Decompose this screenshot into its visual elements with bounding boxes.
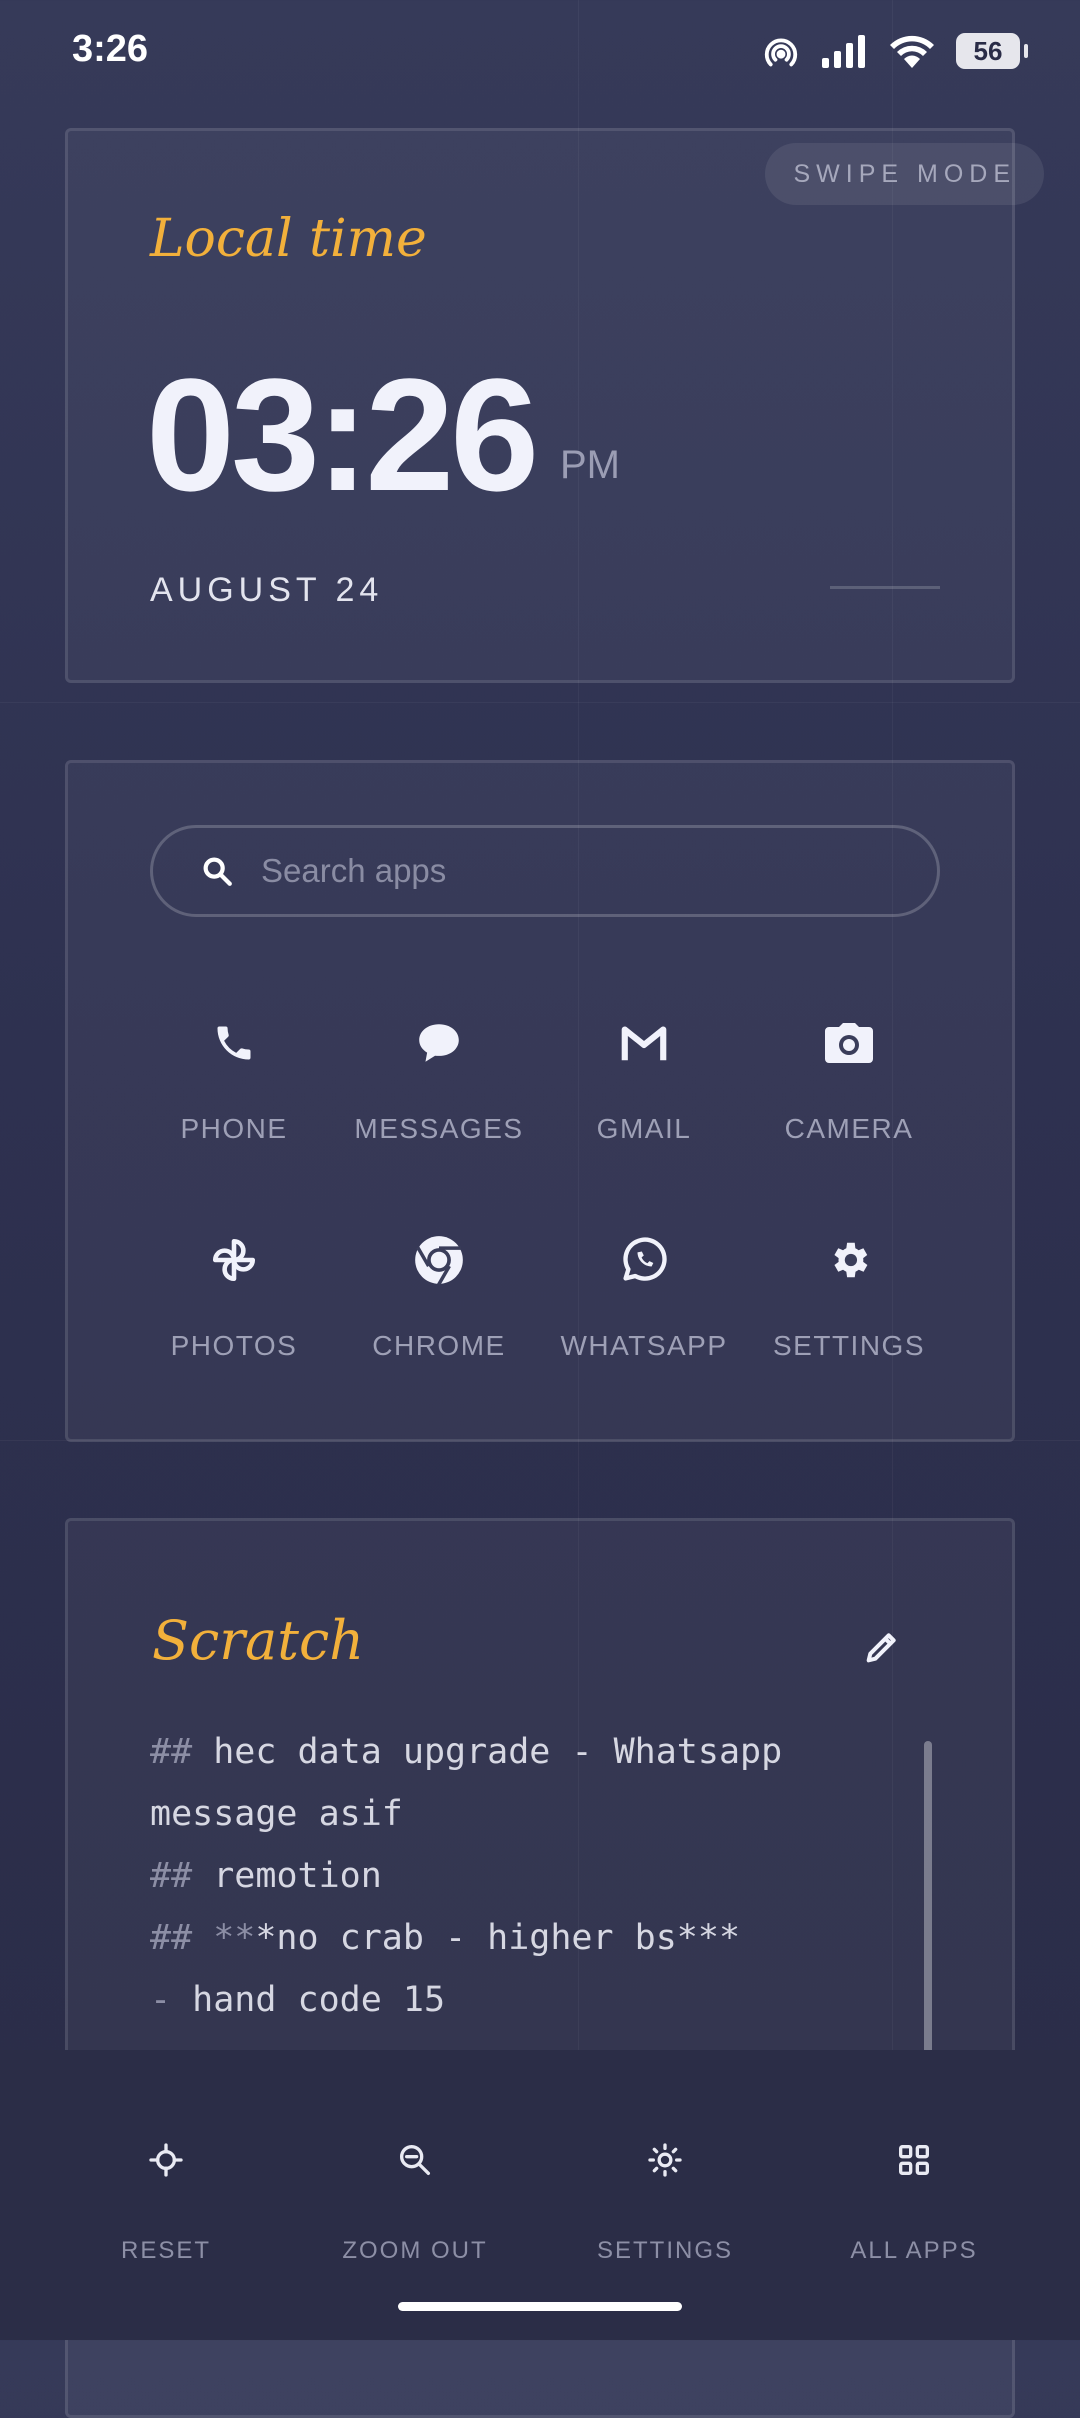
note-line: ## hec data upgrade - Whatsapp bbox=[150, 1721, 850, 1783]
photos-icon bbox=[204, 1230, 264, 1290]
note-mark: ## bbox=[150, 1732, 193, 1772]
clock-card: SWIPE MODE Local time 03:26 PM AUGUST 24 bbox=[65, 128, 1044, 683]
grid-icon bbox=[899, 2145, 929, 2175]
nav-label: SETTINGS bbox=[596, 2237, 733, 2264]
settings-button[interactable]: SETTINGS bbox=[540, 2140, 790, 2265]
app-gmail[interactable]: GMAIL bbox=[539, 1013, 749, 1145]
note-line: message asif bbox=[150, 1783, 850, 1845]
app-label: CAMERA bbox=[784, 1113, 914, 1144]
status-icons: 56 bbox=[762, 32, 1028, 70]
note-mark: ## bbox=[150, 1856, 193, 1896]
grid-line bbox=[0, 702, 1080, 703]
app-settings[interactable]: SETTINGS bbox=[744, 1230, 954, 1362]
search-bar[interactable] bbox=[150, 825, 940, 917]
divider bbox=[830, 586, 940, 589]
note-text: hec data upgrade - Whatsapp bbox=[192, 1732, 783, 1772]
clock-time: 03:26 bbox=[146, 345, 539, 524]
swipe-mode-button[interactable]: SWIPE MODE bbox=[765, 143, 1044, 205]
battery-level: 56 bbox=[973, 35, 1003, 66]
gmail-icon bbox=[614, 1013, 674, 1073]
app-messages[interactable]: MESSAGES bbox=[334, 1013, 544, 1145]
apps-card: PHONE MESSAGES GMAIL CAMERA PHOTOS bbox=[65, 760, 1015, 1442]
pencil-icon[interactable] bbox=[862, 1627, 902, 1667]
note-line: ## ***no crab - higher bs*** bbox=[150, 1907, 850, 1969]
note-mark: ## ** bbox=[150, 1918, 256, 1958]
note-text: remotion bbox=[192, 1856, 382, 1896]
reset-button[interactable]: RESET bbox=[41, 2140, 291, 2265]
scrollbar[interactable] bbox=[924, 1741, 932, 2081]
status-time: 3:26 bbox=[72, 28, 149, 70]
app-label: SETTINGS bbox=[772, 1330, 925, 1361]
note-line: - hand code 15 bbox=[150, 1969, 850, 2031]
note-text: hand code 15 bbox=[171, 1980, 446, 2020]
note-mark: - bbox=[150, 1980, 172, 2020]
phone-icon bbox=[204, 1013, 264, 1073]
nav-label: ALL APPS bbox=[850, 2237, 978, 2264]
wifi-icon bbox=[890, 35, 934, 68]
scratch-title: Scratch bbox=[152, 1609, 364, 1672]
clock-date: AUGUST 24 bbox=[150, 571, 384, 609]
settings-icon bbox=[819, 1230, 879, 1290]
search-icon bbox=[197, 851, 237, 891]
app-label: PHONE bbox=[180, 1113, 288, 1144]
zoom-out-icon bbox=[400, 2145, 430, 2175]
bottom-nav: RESET ZOOM OUT SETTINGS ALL APPS bbox=[0, 2050, 1080, 2340]
signal-icon bbox=[822, 35, 865, 68]
zoom-out-button[interactable]: ZOOM OUT bbox=[290, 2140, 540, 2265]
note-text: *no crab - higher bs*** bbox=[255, 1918, 741, 1958]
local-time-title: Local time bbox=[150, 209, 427, 269]
note-line: ## remotion bbox=[150, 1845, 850, 1907]
app-label: WHATSAPP bbox=[560, 1330, 728, 1361]
search-input[interactable] bbox=[259, 851, 863, 891]
whatsapp-icon bbox=[614, 1230, 674, 1290]
crosshair-icon bbox=[149, 2143, 183, 2177]
messages-icon bbox=[409, 1013, 469, 1073]
camera-icon bbox=[819, 1013, 879, 1073]
app-phone[interactable]: PHONE bbox=[129, 1013, 339, 1145]
hotspot-icon bbox=[764, 38, 798, 67]
nav-label: ZOOM OUT bbox=[342, 2237, 488, 2264]
brightness-icon bbox=[648, 2143, 682, 2177]
app-whatsapp[interactable]: WHATSAPP bbox=[539, 1230, 749, 1362]
chrome-icon bbox=[409, 1230, 469, 1290]
home-indicator[interactable] bbox=[398, 2302, 682, 2311]
app-chrome[interactable]: CHROME bbox=[334, 1230, 544, 1362]
app-camera[interactable]: CAMERA bbox=[744, 1013, 954, 1145]
all-apps-button[interactable]: ALL APPS bbox=[789, 2140, 1039, 2265]
app-label: GMAIL bbox=[596, 1113, 692, 1144]
clock-ampm: PM bbox=[560, 443, 620, 487]
battery-icon: 56 bbox=[956, 33, 1028, 69]
app-photos[interactable]: PHOTOS bbox=[129, 1230, 339, 1362]
app-label: MESSAGES bbox=[354, 1113, 524, 1144]
note-text: message asif bbox=[150, 1794, 403, 1834]
scratch-notes[interactable]: ## hec data upgrade - Whatsapp message a… bbox=[150, 1721, 850, 2031]
app-label: CHROME bbox=[372, 1330, 506, 1361]
nav-label: RESET bbox=[120, 2237, 211, 2264]
app-label: PHOTOS bbox=[170, 1330, 298, 1361]
status-bar: 3:26 56 bbox=[0, 0, 1080, 110]
